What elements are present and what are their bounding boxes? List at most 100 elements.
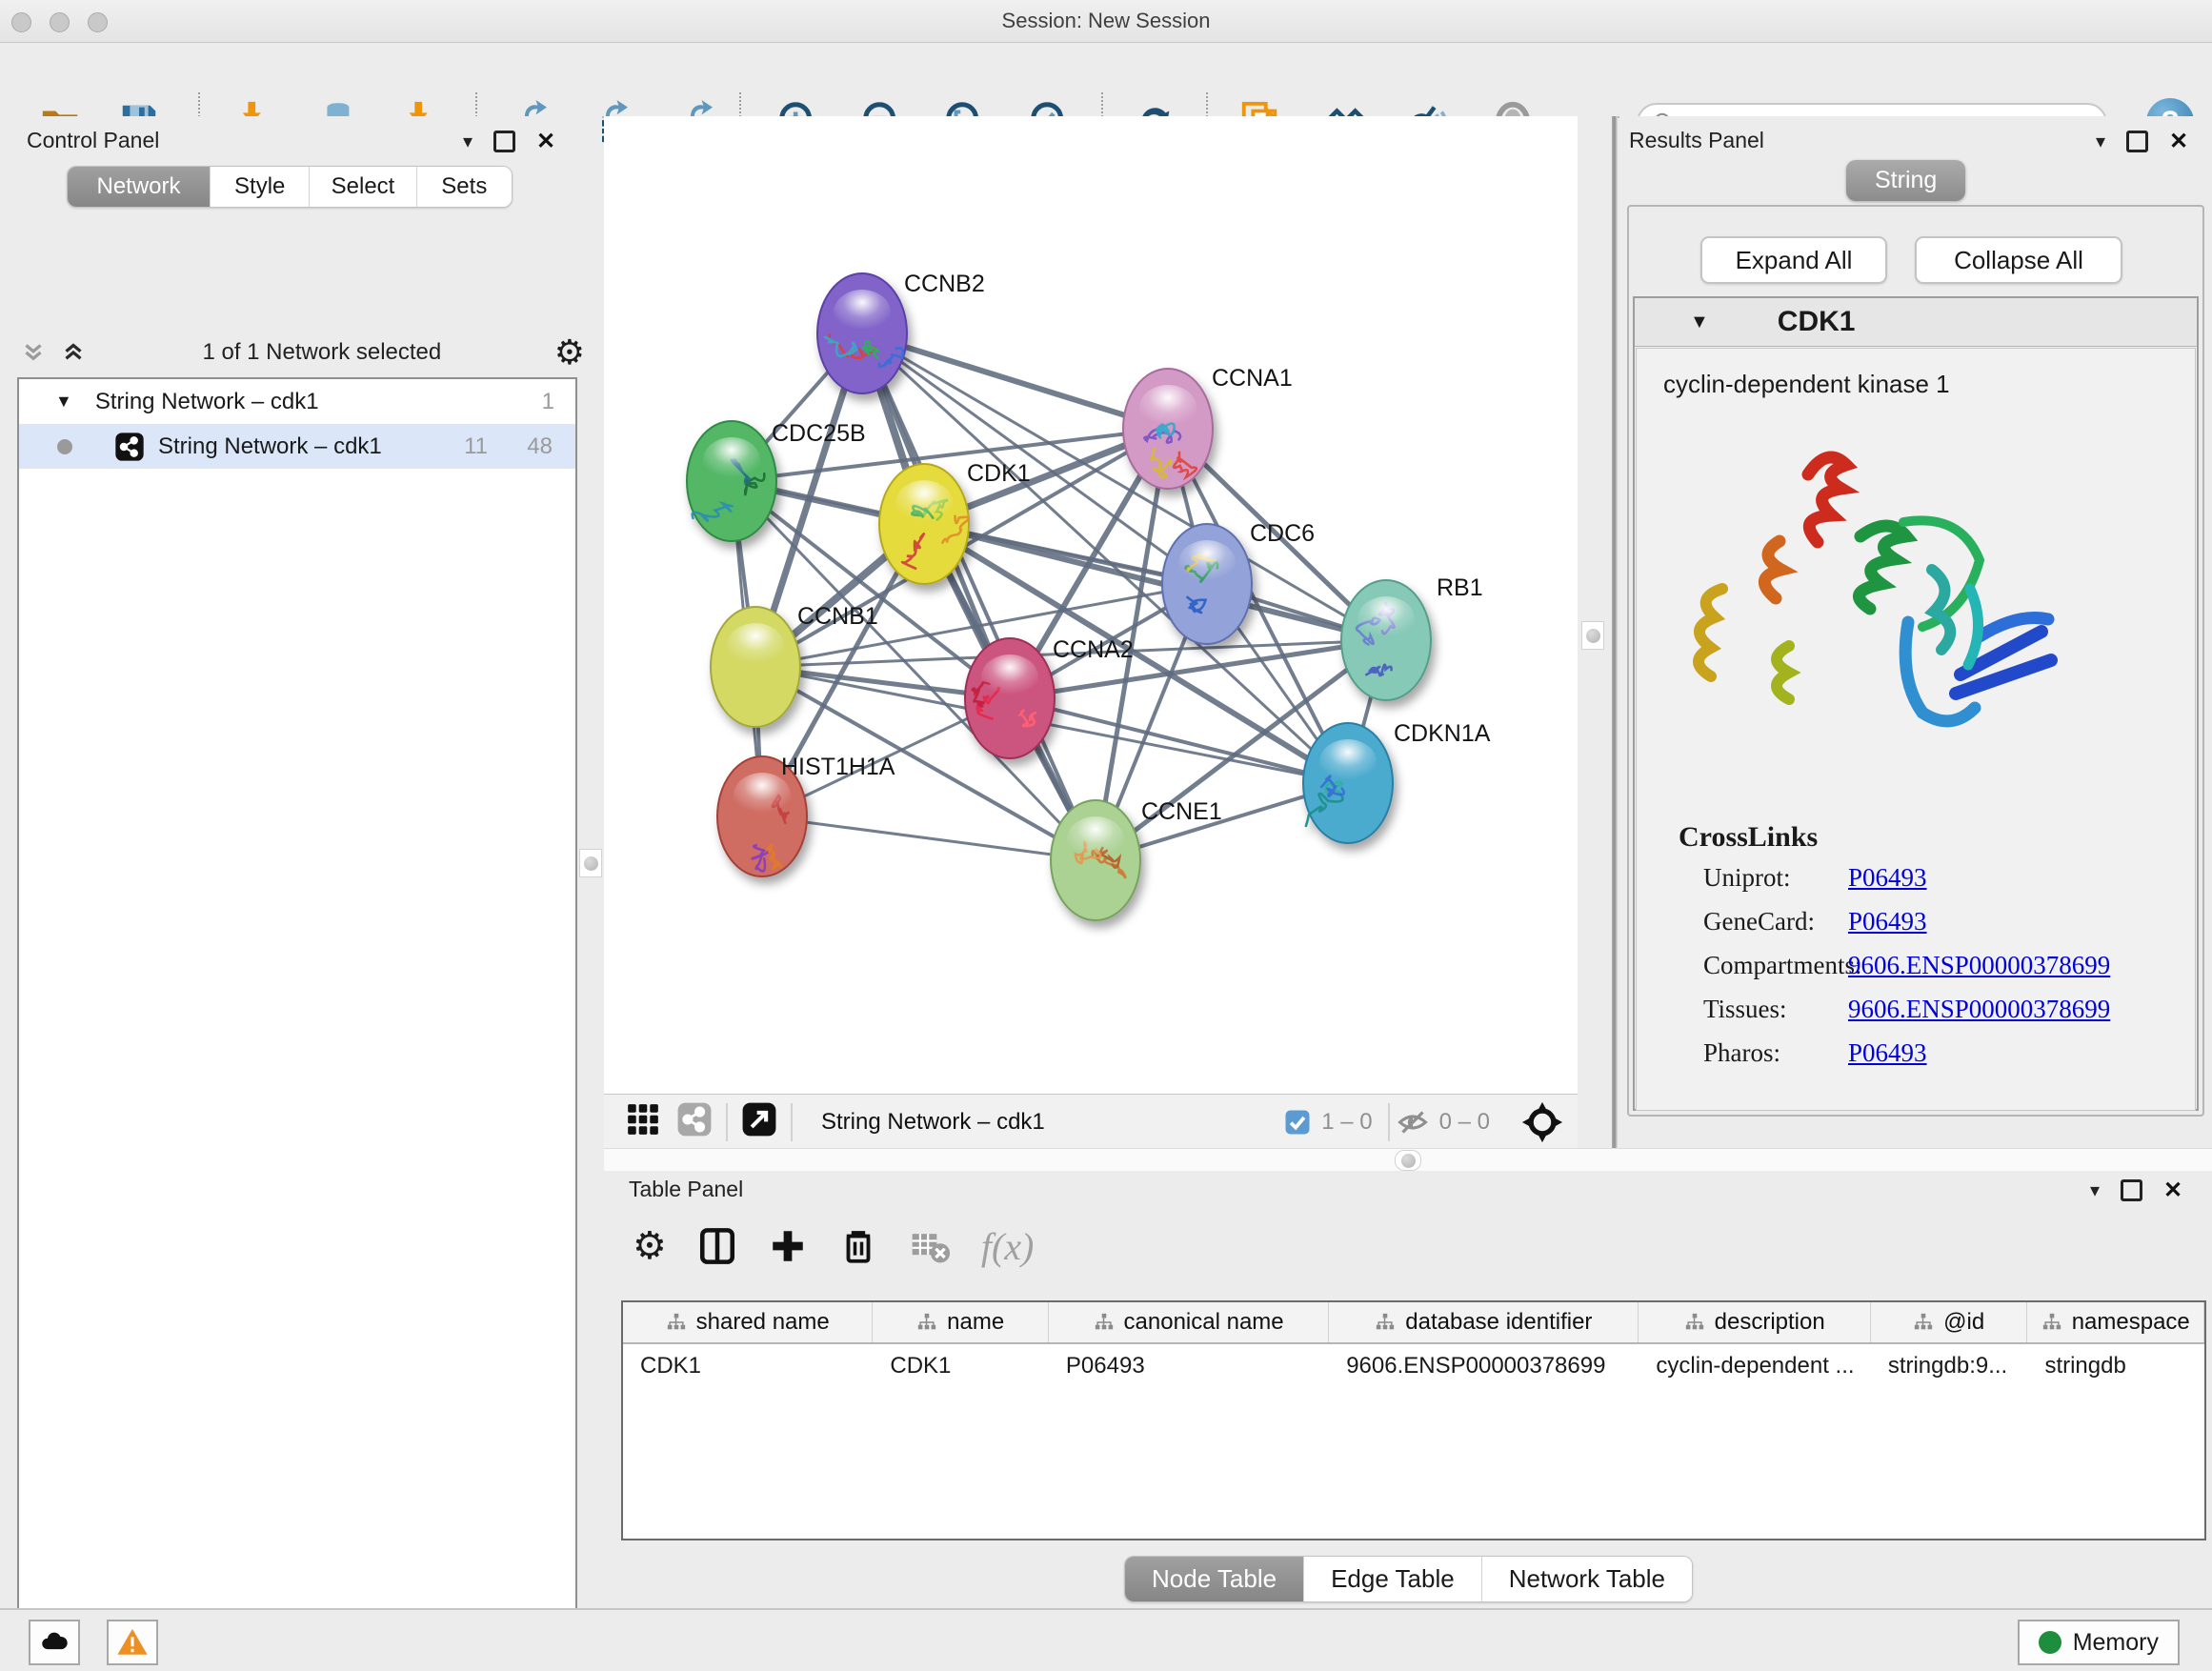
network-edge[interactable] [862,333,1096,860]
show-columns-icon[interactable] [697,1226,737,1266]
column-header-namespace[interactable]: namespace [2027,1302,2204,1342]
left-splitter-handle[interactable] [579,849,602,877]
tab-network[interactable]: Network [68,167,210,207]
tree-caret-icon[interactable]: ▼ [55,392,72,412]
selected-checkbox-icon[interactable] [1283,1108,1312,1137]
table-cell[interactable]: stringdb:9... [1871,1344,2028,1388]
delete-table-icon[interactable] [909,1225,951,1267]
table-splitter-handle[interactable] [1395,1150,1421,1171]
network-tree: ▼ String Network – cdk1 1 String Network… [17,377,577,1671]
column-header--id[interactable]: @id [1871,1302,2028,1342]
column-label: @id [1943,1309,1984,1336]
network-node-ccne1[interactable] [1051,800,1140,920]
string-view-button[interactable] [676,1101,713,1142]
network-row[interactable]: String Network – cdk1 11 48 [19,424,575,469]
table-panel: Table Panel ▾ ✕ ⚙ f(x) shared namenameca… [604,1171,2212,1608]
tab-node-table[interactable]: Node Table [1125,1557,1303,1601]
table-cell[interactable]: CDK1 [873,1344,1049,1388]
column-header-database-identifier[interactable]: database identifier [1329,1302,1639,1342]
table-cell[interactable]: stringdb [2027,1344,2204,1388]
right-splitter-handle[interactable] [1581,621,1604,650]
network-node-ccna2[interactable] [965,638,1055,758]
tab-edge-table[interactable]: Edge Table [1303,1557,1481,1601]
network-canvas[interactable]: CCNB2CCNA1CDC25BCDK1CDC6RB1CCNB1CCNA2CDK… [604,116,1578,1094]
tab-style[interactable]: Style [210,167,309,207]
table-cell[interactable]: cyclin-dependent ... [1639,1344,1870,1388]
crosslink-link[interactable]: P06493 [1848,907,1927,936]
collapse-panel-icon[interactable]: ▾ [463,130,473,153]
node-label-cdkn1a: CDKN1A [1394,720,1491,747]
tab-sets[interactable]: Sets [416,167,512,207]
table-row: CDK1CDK1P064939606.ENSP00000378699cyclin… [623,1344,2204,1388]
gene-section-header[interactable]: ▼ CDK1 [1635,298,2197,347]
add-column-plus-icon[interactable] [768,1226,808,1266]
collapse-all-button[interactable]: Collapse All [1915,236,2122,284]
network-node-ccnb1[interactable] [711,607,800,727]
node-label-ccna2: CCNA2 [1053,636,1134,663]
close-panel-icon[interactable]: ✕ [2163,1177,2182,1204]
network-node-rb1[interactable] [1341,580,1431,700]
tab-network-table[interactable]: Network Table [1481,1557,1692,1601]
collapse-panel-icon[interactable]: ▾ [2090,1178,2100,1202]
crosslink-row: Pharos: P06493 [1703,1038,1780,1068]
network-node-cdk1[interactable] [879,464,969,584]
crosslink-row: Compartments: 9606.ENSP00000378699 [1703,951,1861,980]
grid-mode-button[interactable] [625,1101,661,1142]
column-type-icon [2041,1312,2062,1333]
column-header-shared-name[interactable]: shared name [623,1302,873,1342]
table-cell[interactable]: CDK1 [623,1344,873,1388]
column-header-name[interactable]: name [873,1302,1049,1342]
tab-select[interactable]: Select [309,167,415,207]
current-network-dot-icon [57,439,72,454]
close-panel-icon[interactable]: ✕ [2169,128,2188,155]
delete-trash-icon[interactable] [838,1226,878,1266]
memory-button[interactable]: Memory [2018,1620,2180,1665]
crosslink-link[interactable]: 9606.ENSP00000378699 [1848,951,2110,980]
collapse-all-chevrons-icon[interactable] [57,338,90,367]
section-caret-icon[interactable]: ▼ [1690,312,1709,333]
warnings-button[interactable] [107,1620,158,1665]
crosslink-link[interactable]: P06493 [1848,863,1927,893]
tab-string[interactable]: String [1846,160,1965,201]
column-type-icon [1684,1312,1705,1333]
results-panel-divider[interactable] [1612,116,1618,1148]
open-in-window-button[interactable] [741,1101,777,1142]
crosslink-row: GeneCard: P06493 [1703,907,1815,936]
birdseye-crosshair-icon[interactable] [1520,1100,1564,1144]
crosslink-row: Tissues: 9606.ENSP00000378699 [1703,995,1787,1024]
crosslink-link[interactable]: P06493 [1848,1038,1927,1068]
function-builder-icon[interactable]: f(x) [981,1224,1035,1269]
network-edge[interactable] [862,333,1168,429]
hidden-eye-icon[interactable] [1396,1105,1430,1139]
float-panel-icon[interactable] [493,131,515,152]
network-node-cdkn1a[interactable] [1303,723,1393,843]
network-collection-row[interactable]: ▼ String Network – cdk1 1 [19,379,575,424]
network-options-gear-icon[interactable]: ⚙ [554,335,585,370]
table-cell[interactable]: 9606.ENSP00000378699 [1329,1344,1639,1388]
collection-count: 1 [542,389,554,415]
table-options-gear-icon[interactable]: ⚙ [633,1227,667,1265]
network-edge[interactable] [762,816,1096,860]
table-cell[interactable]: P06493 [1049,1344,1329,1388]
network-node-ccnb2[interactable] [817,273,907,393]
crosslink-link[interactable]: 9606.ENSP00000378699 [1848,995,2110,1024]
cloud-status-button[interactable] [29,1620,80,1665]
collapse-panel-icon[interactable]: ▾ [2096,130,2105,153]
float-panel-icon[interactable] [2126,131,2148,152]
memory-label: Memory [2073,1629,2159,1657]
network-node-cdc6[interactable] [1162,524,1252,644]
expand-all-chevrons-icon[interactable] [17,338,50,367]
network-view-title: String Network – cdk1 [821,1109,1045,1136]
close-panel-icon[interactable]: ✕ [536,128,555,155]
column-label: shared name [696,1309,830,1336]
gene-name: CDK1 [1778,306,1856,338]
network-node-ccna1[interactable] [1123,369,1213,489]
cytoscape-window: Session: New Session [0,0,2212,1671]
column-header-description[interactable]: description [1639,1302,1870,1342]
float-panel-icon[interactable] [2121,1179,2142,1201]
hidden-count: 0 – 0 [1439,1109,1490,1136]
column-header-canonical-name[interactable]: canonical name [1049,1302,1329,1342]
expand-all-button[interactable]: Expand All [1700,236,1887,284]
network-node-cdc25b[interactable] [687,421,776,541]
column-label: canonical name [1124,1309,1284,1336]
